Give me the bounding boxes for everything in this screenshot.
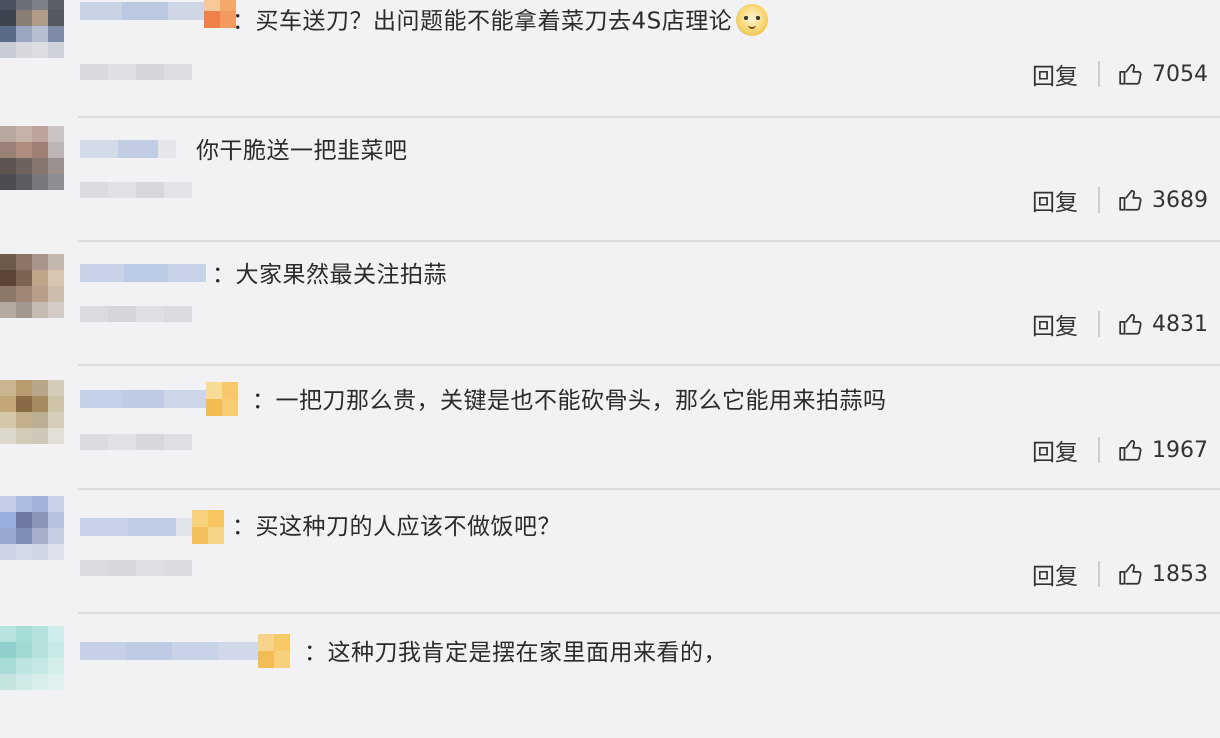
comment-item: 你干脆送一把韭菜吧 回复 3689 — [0, 118, 1220, 242]
thumbs-up-icon — [1119, 563, 1142, 585]
like-button[interactable]: 1967 — [1118, 437, 1208, 463]
timestamp-blurred — [80, 182, 192, 198]
comment-list: ：买车送刀？出问题能不能拿着菜刀去4S店理论 回复 7054 你干脆送一把韭菜吧… — [0, 0, 1220, 690]
action-divider — [1098, 437, 1100, 463]
avatar[interactable] — [0, 626, 64, 690]
comment-item: ：买这种刀的人应该不做饭吧？ 回复 1853 — [0, 490, 1220, 614]
username-blurred[interactable] — [80, 0, 236, 28]
avatar[interactable] — [0, 380, 64, 444]
like-count: 3689 — [1152, 187, 1208, 213]
reply-button[interactable]: 回复 — [1032, 557, 1078, 591]
action-divider — [1098, 61, 1100, 87]
comment-text: ：买车送刀？出问题能不能拿着菜刀去4S店理论 — [232, 4, 769, 38]
comment-text: 你干脆送一把韭菜吧 — [196, 138, 408, 164]
like-count: 4831 — [1152, 311, 1208, 337]
like-count: 1967 — [1152, 437, 1208, 463]
comment-text: ：买这种刀的人应该不做饭吧？ — [232, 514, 561, 540]
timestamp-blurred — [80, 306, 192, 322]
comment-actions: 回复 7054 — [1032, 56, 1208, 92]
comment-item: ：买车送刀？出问题能不能拿着菜刀去4S店理论 回复 7054 — [0, 0, 1220, 118]
comment-item: ：一把刀那么贵，关键是也不能砍骨头，那么它能用来拍蒜吗 回复 1967 — [0, 366, 1220, 490]
username-blurred[interactable] — [80, 634, 290, 668]
comment-actions: 回复 1967 — [1032, 432, 1208, 468]
thumbs-up-icon — [1119, 189, 1142, 211]
thumbs-up-icon — [1119, 439, 1142, 461]
like-count: 1853 — [1152, 561, 1208, 587]
vip-badge-icon — [258, 634, 290, 668]
avatar[interactable] — [0, 496, 64, 560]
like-button[interactable]: 7054 — [1118, 61, 1208, 87]
thumbs-up-icon — [1119, 63, 1142, 85]
username-blurred[interactable] — [80, 256, 206, 290]
comment-text: ：大家果然最关注拍蒜 — [212, 262, 447, 288]
timestamp-blurred — [80, 64, 192, 80]
avatar[interactable] — [0, 126, 64, 190]
action-divider — [1098, 187, 1100, 213]
timestamp-blurred — [80, 434, 192, 450]
comment-actions: 回复 4831 — [1032, 306, 1208, 342]
username-blurred[interactable] — [80, 132, 176, 166]
like-button[interactable]: 3689 — [1118, 187, 1208, 213]
doge-emoji-icon — [736, 4, 769, 36]
comment-item: ：这种刀我肯定是摆在家里面用来看的， — [0, 614, 1220, 738]
avatar[interactable] — [0, 254, 64, 318]
comment-item: ：大家果然最关注拍蒜 回复 4831 — [0, 242, 1220, 366]
vip-badge-icon — [206, 382, 238, 416]
reply-button[interactable]: 回复 — [1032, 307, 1078, 341]
reply-button[interactable]: 回复 — [1032, 183, 1078, 217]
action-divider — [1098, 311, 1100, 337]
like-button[interactable]: 4831 — [1118, 311, 1208, 337]
avatar[interactable] — [0, 0, 64, 58]
comment-actions: 回复 3689 — [1032, 182, 1208, 218]
comment-text: ：这种刀我肯定是摆在家里面用来看的， — [304, 640, 727, 666]
vip-badge-icon — [192, 510, 224, 544]
reply-button[interactable]: 回复 — [1032, 433, 1078, 467]
username-blurred[interactable] — [80, 510, 224, 544]
reply-button[interactable]: 回复 — [1032, 57, 1078, 91]
username-blurred[interactable] — [80, 382, 238, 416]
action-divider — [1098, 561, 1100, 587]
timestamp-blurred — [80, 560, 192, 576]
comment-actions: 回复 1853 — [1032, 556, 1208, 592]
thumbs-up-icon — [1119, 313, 1142, 335]
comment-text: ：一把刀那么贵，关键是也不能砍骨头，那么它能用来拍蒜吗 — [252, 388, 887, 414]
like-count: 7054 — [1152, 61, 1208, 87]
like-button[interactable]: 1853 — [1118, 561, 1208, 587]
